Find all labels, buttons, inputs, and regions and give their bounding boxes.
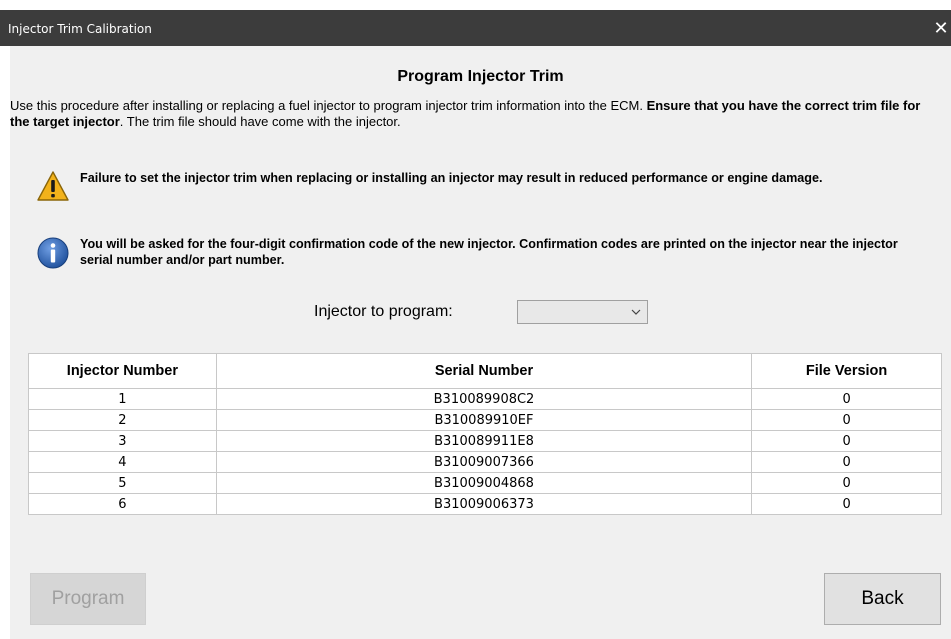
info-note: You will be asked for the four-digit con… (36, 236, 926, 269)
warning-text: Failure to set the injector trim when re… (80, 171, 823, 185)
window-title: Injector Trim Calibration (8, 22, 152, 36)
table-row[interactable]: 1 B310089908C2 0 (28, 388, 942, 410)
injector-number-cell: 2 (28, 409, 217, 431)
serial-number-cell: B31009006373 (215, 493, 753, 515)
warning-icon (36, 170, 70, 206)
back-button[interactable]: Back (824, 573, 941, 625)
table-row[interactable]: 3 B310089911E8 0 (28, 430, 942, 452)
injector-table: Injector Number Serial Number File Versi… (28, 353, 942, 515)
column-header-serial-number[interactable]: Serial Number (215, 353, 753, 389)
intro-text: Use this procedure after installing or r… (10, 98, 930, 130)
injector-number-cell: 3 (28, 430, 217, 452)
column-header-injector-number[interactable]: Injector Number (28, 353, 217, 389)
serial-number-cell: B31009007366 (215, 451, 753, 473)
info-text: You will be asked for the four-digit con… (80, 237, 898, 267)
file-version-cell: 0 (751, 493, 942, 515)
info-icon (36, 236, 70, 274)
page-title: Program Injector Trim (397, 68, 564, 85)
intro-plain: Use this procedure after installing or r… (10, 98, 647, 113)
table-header-row: Injector Number Serial Number File Versi… (28, 353, 942, 389)
file-version-cell: 0 (751, 451, 942, 473)
file-version-cell: 0 (751, 430, 942, 452)
chevron-down-icon (631, 309, 641, 315)
warning-note: Failure to set the injector trim when re… (36, 170, 926, 201)
injector-select-row: Injector to program: (10, 300, 951, 326)
table-row[interactable]: 4 B31009007366 0 (28, 451, 942, 473)
table-row[interactable]: 6 B31009006373 0 (28, 493, 942, 515)
intro-tail: . The trim file should have come with th… (119, 114, 401, 129)
serial-number-cell: B310089908C2 (215, 388, 753, 410)
file-version-cell: 0 (751, 388, 942, 410)
close-icon[interactable]: ✕ (931, 10, 951, 46)
serial-number-cell: B31009004868 (215, 472, 753, 494)
serial-number-cell: B310089910EF (215, 409, 753, 431)
title-bar: Injector Trim Calibration ✕ (0, 10, 951, 46)
column-header-file-version[interactable]: File Version (751, 353, 942, 389)
table-row[interactable]: 2 B310089910EF 0 (28, 409, 942, 431)
injector-number-cell: 5 (28, 472, 217, 494)
injector-number-cell: 4 (28, 451, 217, 473)
injector-number-cell: 6 (28, 493, 217, 515)
table-row[interactable]: 5 B31009004868 0 (28, 472, 942, 494)
dialog-body: Program Injector Trim Use this procedure… (10, 46, 951, 639)
injector-select-label: Injector to program: (314, 303, 453, 320)
injector-select[interactable] (517, 300, 648, 324)
file-version-cell: 0 (751, 409, 942, 431)
injector-number-cell: 1 (28, 388, 217, 410)
file-version-cell: 0 (751, 472, 942, 494)
serial-number-cell: B310089911E8 (215, 430, 753, 452)
program-button[interactable]: Program (30, 573, 146, 625)
